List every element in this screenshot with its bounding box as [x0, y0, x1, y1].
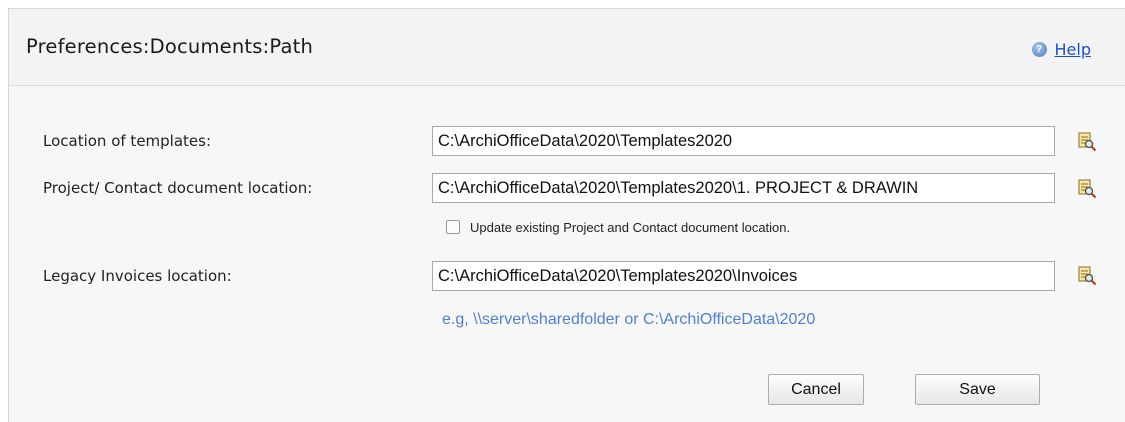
save-button[interactable]: Save	[915, 374, 1040, 405]
project-contact-label: Project/ Contact document location:	[43, 179, 313, 197]
cancel-button[interactable]: Cancel	[768, 374, 864, 405]
legacy-invoices-path-input[interactable]	[432, 261, 1055, 291]
templates-path-input[interactable]	[432, 126, 1055, 156]
form-body: Location of templates: Project/ Contact …	[9, 86, 1125, 422]
project-contact-path-input[interactable]	[432, 173, 1055, 203]
project-browse-icon[interactable]	[1077, 179, 1097, 199]
update-location-checkbox[interactable]	[446, 220, 460, 234]
path-example-hint: e.g, \\server\sharedfolder or C:\ArchiOf…	[442, 311, 816, 328]
title-bar: Preferences:Documents:Path ? Help	[9, 9, 1125, 86]
help-icon[interactable]: ?	[1031, 42, 1047, 57]
help-link[interactable]: Help	[1055, 40, 1091, 59]
help-area[interactable]: ? Help	[1031, 40, 1091, 59]
legacy-invoices-label: Legacy Invoices location:	[43, 267, 232, 285]
update-location-label: Update existing Project and Contact docu…	[470, 220, 791, 235]
templates-label: Location of templates:	[43, 132, 212, 150]
templates-browse-icon[interactable]	[1077, 132, 1097, 152]
page-title: Preferences:Documents:Path	[26, 35, 314, 58]
preferences-dialog: Preferences:Documents:Path ? Help Locati…	[8, 8, 1125, 422]
invoices-browse-icon[interactable]	[1077, 266, 1097, 286]
